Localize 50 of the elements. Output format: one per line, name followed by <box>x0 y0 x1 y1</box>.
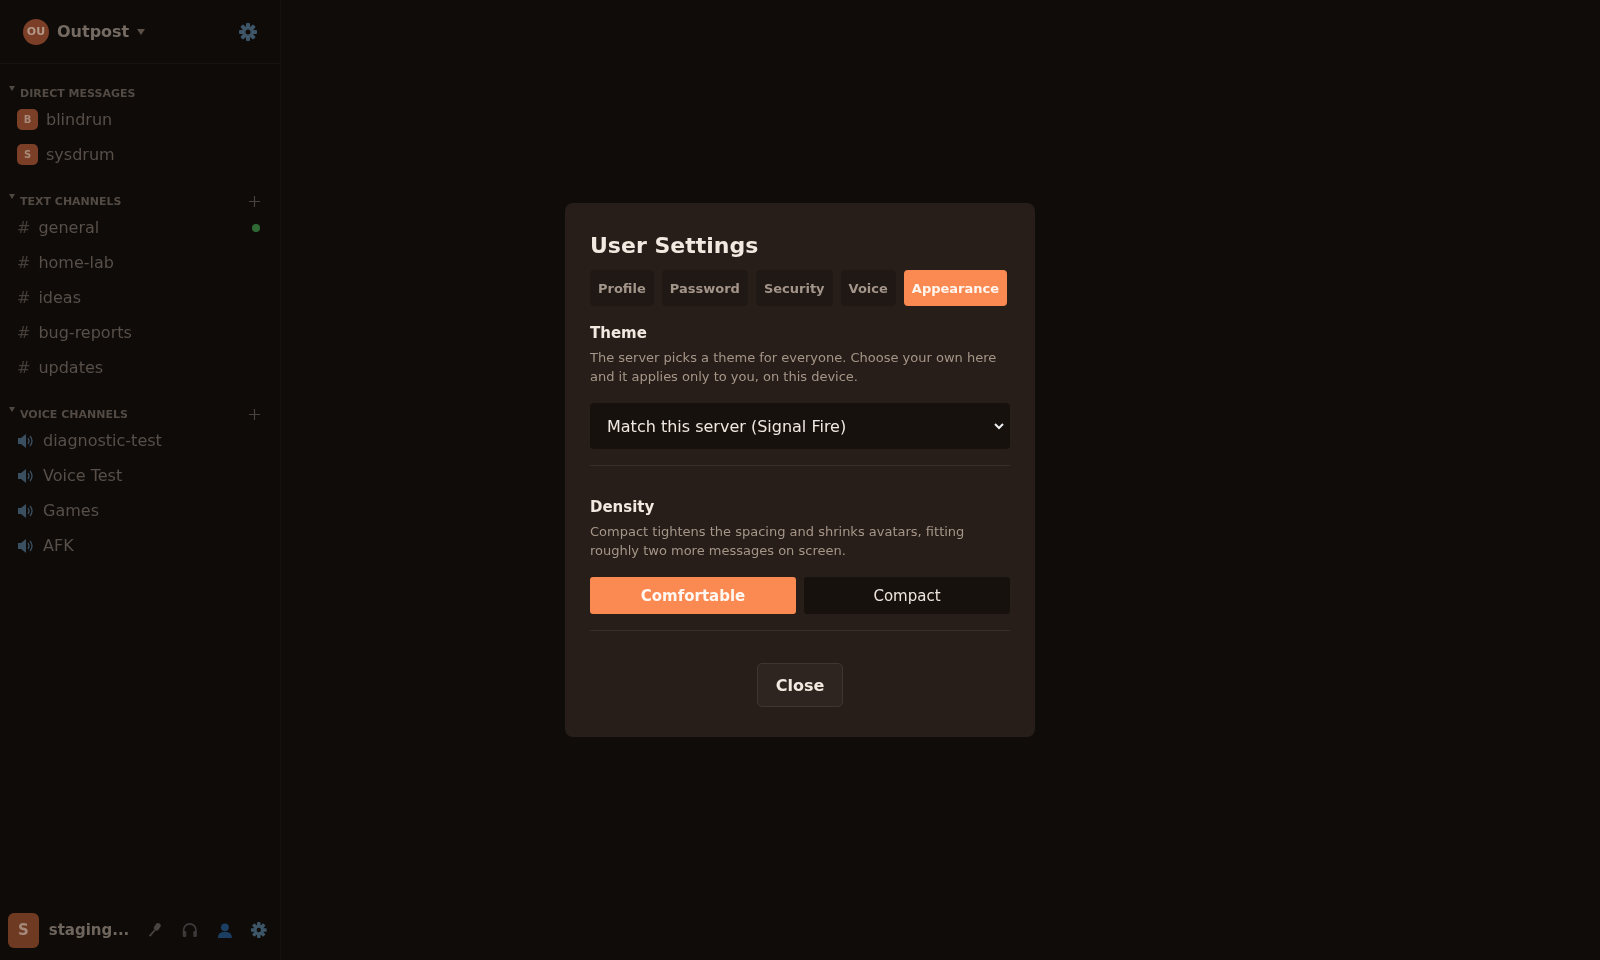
section-title: DIRECT MESSAGES <box>20 86 136 100</box>
server-name[interactable]: Outpost <box>57 22 130 41</box>
channel-item[interactable]: AFK <box>0 528 280 563</box>
close-button[interactable]: Close <box>756 663 844 707</box>
microphone-icon[interactable] <box>147 921 164 939</box>
density-option[interactable]: Comfortable <box>590 577 796 614</box>
channel-item[interactable]: # home-lab <box>0 245 280 280</box>
channel-item[interactable]: Voice Test <box>0 458 280 493</box>
caret-icon[interactable] <box>137 28 146 35</box>
section-description: The server picks a theme for everyone. Choose your own here and it applies only to you, on this device. <box>590 349 998 386</box>
theme-select[interactable]: Match this server (Signal Fire) <box>590 403 1010 449</box>
channel-item[interactable]: # ideas <box>0 280 280 315</box>
settings-tab[interactable]: Security <box>755 270 833 306</box>
collapse-icon[interactable] <box>9 194 15 199</box>
density-option[interactable]: Compact <box>804 577 1010 614</box>
speaker-icon <box>17 467 35 484</box>
direct-message-item[interactable]: S sysdrum <box>0 137 280 172</box>
speaker-icon <box>17 502 35 519</box>
channel-item[interactable]: diagnostic-test <box>0 423 280 458</box>
channel-item[interactable]: # updates <box>0 350 280 385</box>
speaker-icon <box>17 537 35 554</box>
user-avatar: B <box>17 109 38 130</box>
settings-tab[interactable]: Profile <box>590 270 654 306</box>
person-icon[interactable] <box>216 921 233 939</box>
user-avatar: S <box>17 144 38 165</box>
section-heading: Theme <box>590 324 648 342</box>
direct-message-item[interactable]: B blindrun <box>0 102 280 137</box>
section-title: TEXT CHANNELS <box>20 194 122 208</box>
collapse-icon[interactable] <box>9 86 15 91</box>
channel-item[interactable]: # general <box>0 210 280 245</box>
speaker-icon <box>17 432 35 449</box>
settings-icon[interactable] <box>238 21 258 42</box>
collapse-icon[interactable] <box>9 407 15 412</box>
settings-tab[interactable]: Voice <box>840 270 896 306</box>
user-name: staging... <box>48 921 130 939</box>
settings-tab[interactable]: Password <box>661 270 748 306</box>
server-avatar: OU <box>23 18 49 45</box>
section-heading: Density <box>590 498 656 516</box>
section-description: Compact tightens the spacing and shrinks avatars, fitting roughly two more messages on screen. <box>590 523 966 560</box>
add-icon[interactable] <box>249 408 260 420</box>
section-title: VOICE CHANNELS <box>20 407 128 421</box>
user-avatar: S <box>8 912 39 948</box>
channel-item[interactable]: # bug-reports <box>0 315 280 350</box>
headphones-icon[interactable] <box>181 921 199 939</box>
settings-tab[interactable]: Appearance <box>903 270 1008 306</box>
add-icon[interactable] <box>249 195 260 207</box>
dialog-title: User Settings <box>590 233 760 258</box>
chevron-icon <box>994 422 1004 430</box>
settings-icon[interactable] <box>250 920 268 940</box>
channel-item[interactable]: Games <box>0 493 280 528</box>
